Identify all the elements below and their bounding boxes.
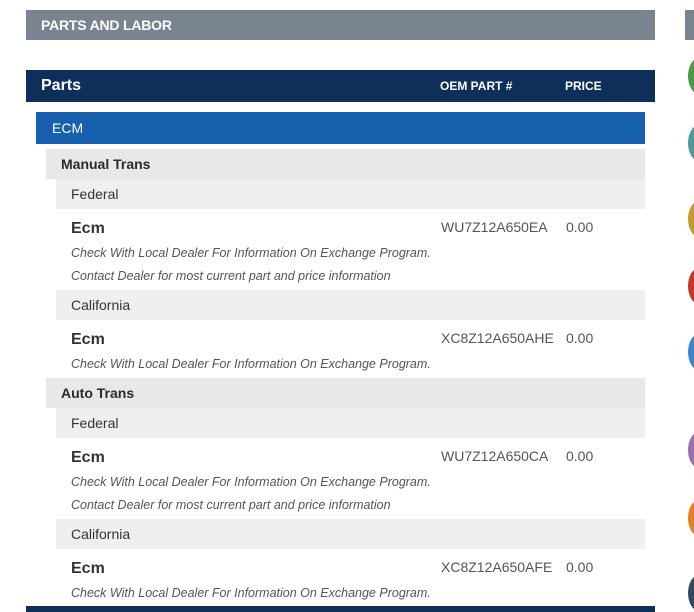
part-oem-number: WU7Z12A650CA: [441, 448, 549, 464]
region-federal: Federal: [56, 408, 645, 438]
side-nav-dot[interactable]: [688, 125, 694, 161]
part-oem-number: XC8Z12A650AHE: [441, 330, 554, 346]
category-ecm[interactable]: ECM: [36, 112, 645, 144]
part-note: Check With Local Dealer For Information …: [71, 586, 431, 600]
group-manual-trans[interactable]: Manual Trans: [46, 149, 645, 179]
side-nav-dot[interactable]: [688, 432, 694, 468]
part-note: Contact Dealer for most current part and…: [71, 498, 391, 512]
side-nav-dot[interactable]: [688, 334, 694, 370]
part-oem-number: XC8Z12A650AFE: [441, 559, 553, 575]
part-note: Check With Local Dealer For Information …: [71, 246, 431, 260]
part-note: Check With Local Dealer For Information …: [71, 475, 431, 489]
part-price: 0.00: [566, 219, 594, 235]
right-panel-header: [685, 10, 694, 40]
part-price: 0.00: [566, 559, 594, 575]
part-name: Ecm: [71, 449, 105, 466]
part-note: Contact Dealer for most current part and…: [71, 269, 391, 283]
section-header-parts-and-labor: PARTS AND LABOR: [26, 10, 655, 40]
region-federal: Federal: [56, 179, 645, 209]
part-name: Ecm: [71, 331, 105, 348]
side-nav-dot[interactable]: [688, 575, 694, 611]
region-california: California: [56, 290, 645, 320]
part-name: Ecm: [71, 560, 105, 577]
part-note: Check With Local Dealer For Information …: [71, 357, 431, 371]
parts-table-header: Parts OEM PART # PRICE: [26, 70, 655, 102]
group-auto-trans[interactable]: Auto Trans: [46, 378, 645, 408]
part-price: 0.00: [566, 448, 594, 464]
next-section-bar: [26, 606, 655, 612]
part-price: 0.00: [566, 330, 594, 346]
column-header-oem-part: OEM PART #: [440, 79, 513, 93]
region-california: California: [56, 519, 645, 549]
column-header-price: PRICE: [565, 79, 602, 93]
side-nav-dot[interactable]: [688, 500, 694, 536]
part-oem-number: WU7Z12A650EA: [441, 219, 548, 235]
parts-table-title: Parts: [41, 77, 82, 94]
side-nav-dot[interactable]: [688, 201, 694, 237]
part-name: Ecm: [71, 220, 105, 237]
side-nav-dot[interactable]: [688, 58, 694, 94]
side-nav-dot[interactable]: [688, 268, 694, 304]
